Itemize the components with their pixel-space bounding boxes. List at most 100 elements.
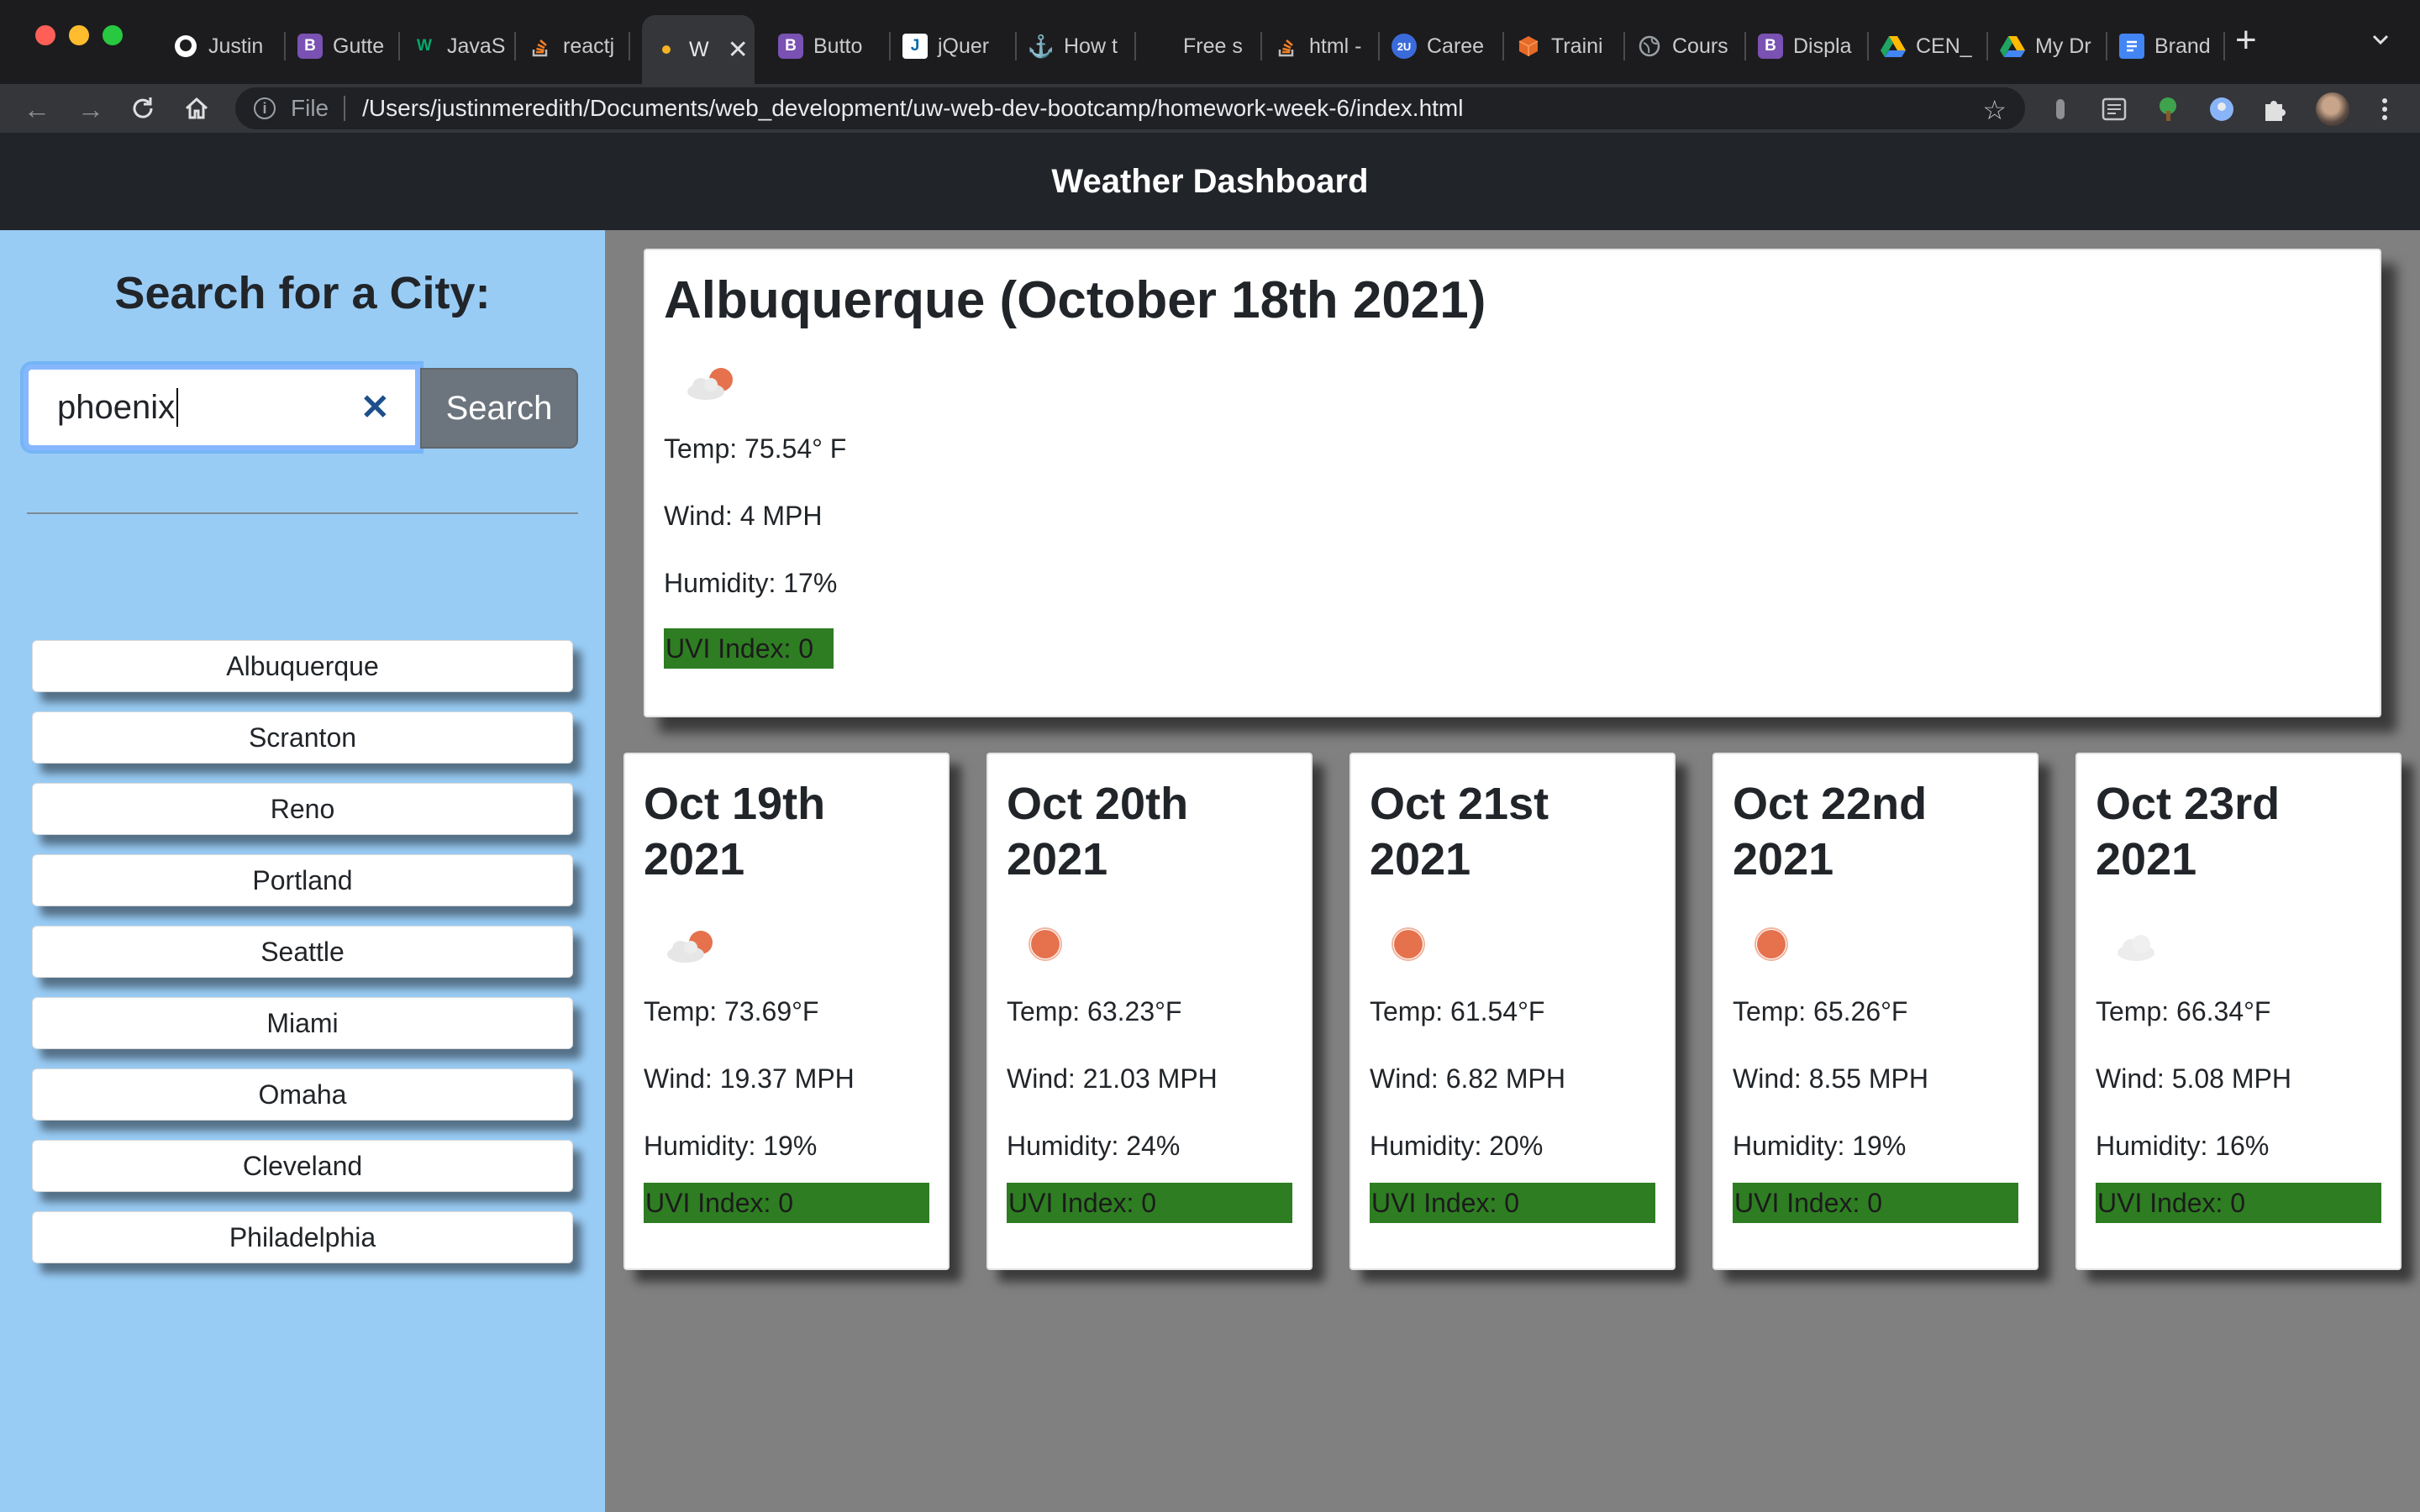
history-city-button[interactable]: Reno — [32, 783, 573, 835]
tab-label: How t — [1064, 34, 1118, 58]
avatar[interactable] — [2316, 92, 2349, 126]
history-city-button[interactable]: Seattle — [32, 926, 573, 978]
current-wind: Wind: 4 MPH — [664, 501, 823, 531]
forecast-humidity: Humidity: 19% — [644, 1131, 818, 1161]
address-url[interactable]: /Users/justinmeredith/Documents/web_deve… — [362, 95, 1463, 122]
browser-tab[interactable]: W JavaS — [400, 20, 516, 72]
browser-tab[interactable]: CEN_ — [1869, 20, 1988, 72]
maximize-window-button[interactable] — [103, 25, 123, 45]
browser-tab[interactable]: 2U Caree — [1380, 20, 1504, 72]
partly-cloudy-icon — [687, 368, 733, 400]
anchor-icon: ⚓ — [1027, 33, 1055, 59]
forecast-date: Oct 20th 2021 — [1007, 779, 1189, 885]
forecast-date: Oct 19th 2021 — [644, 779, 826, 885]
forecast-temp: Temp: 65.26°F — [1733, 996, 1908, 1026]
browser-tab[interactable]: ⚓ How t — [1017, 20, 1136, 72]
browser-tab[interactable]: B Displa — [1746, 20, 1869, 72]
stackoverflow-icon — [1274, 34, 1299, 59]
address-scheme: File — [291, 95, 329, 121]
new-tab-button[interactable]: + — [2235, 22, 2257, 59]
address-bar[interactable]: i File /Users/justinmeredith/Documents/w… — [235, 87, 2025, 129]
close-window-button[interactable] — [35, 25, 55, 45]
forecast-humidity: Humidity: 20% — [1370, 1131, 1544, 1161]
search-history-list: Albuquerque Scranton Reno Portland Seatt… — [32, 640, 573, 1283]
search-button[interactable]: Search — [420, 368, 578, 449]
browser-menu-icon[interactable] — [2371, 96, 2398, 123]
2u-icon: 2U — [1392, 34, 1417, 59]
page-title: Weather Dashboard — [1051, 162, 1369, 200]
site-info-icon[interactable]: i — [254, 97, 276, 119]
current-weather-card: Albuquerque (October 18th 2021) Temp: 75… — [644, 249, 2381, 717]
current-city-title: Albuquerque (October 18th 2021) — [664, 271, 1486, 329]
forecast-temp: Temp: 73.69°F — [644, 996, 819, 1026]
jquery-icon: J — [902, 34, 928, 59]
extension-icon[interactable] — [2047, 96, 2074, 123]
partly-cloudy-icon — [667, 931, 713, 963]
browser-tab[interactable]: reactj — [516, 20, 630, 72]
tab-label: W — [689, 37, 709, 61]
history-city-button[interactable]: Miami — [32, 997, 573, 1049]
history-city-button[interactable]: Scranton — [32, 711, 573, 764]
forecast-uvi-badge: UVI Index: 0 — [1733, 1183, 2018, 1223]
sun-icon — [1028, 927, 1062, 961]
forecast-humidity: Humidity: 16% — [2096, 1131, 2270, 1161]
w3schools-icon: W — [417, 37, 432, 55]
bootstrap-icon: B — [297, 34, 323, 59]
forecast-wind: Wind: 19.37 MPH — [644, 1063, 855, 1094]
tab-label: Free s — [1183, 34, 1243, 58]
back-button[interactable]: ← — [22, 94, 52, 124]
browser-tab[interactable]: Justin — [161, 20, 286, 72]
minimize-window-button[interactable] — [69, 25, 89, 45]
tree-extension-icon[interactable] — [2154, 96, 2181, 123]
extensions-puzzle-icon[interactable] — [2260, 96, 2287, 123]
tab-label: reactj — [563, 34, 615, 58]
forecast-temp: Temp: 61.54°F — [1370, 996, 1545, 1026]
browser-tab[interactable]: Cours — [1625, 20, 1746, 72]
forecast-wind: Wind: 6.82 MPH — [1370, 1063, 1565, 1094]
history-city-button[interactable]: Albuquerque — [32, 640, 573, 692]
reader-mode-icon[interactable] — [2101, 96, 2128, 123]
cloud-icon — [2118, 935, 2154, 961]
browser-tab[interactable]: B Butto — [766, 20, 891, 72]
browser-tab[interactable]: J jQuer — [891, 20, 1017, 72]
tab-label: Butto — [813, 34, 863, 58]
reload-button[interactable] — [128, 94, 158, 124]
browser-tab[interactable]: My Dr — [1988, 20, 2107, 72]
close-tab-icon[interactable]: ✕ — [728, 35, 749, 65]
tab-label: JavaS — [447, 34, 506, 58]
tab-search-icon[interactable] — [2370, 29, 2391, 50]
bootstrap-icon: B — [778, 34, 803, 59]
browser-tab[interactable]: Traini — [1504, 20, 1625, 72]
tab-label: Brand — [2154, 34, 2211, 58]
forward-button[interactable]: → — [76, 94, 106, 124]
search-heading: Search for a City: — [114, 268, 491, 318]
forecast-card: Oct 23rd 2021 Temp: 66.34°F Wind: 5.08 M… — [2075, 753, 2402, 1270]
dot-icon — [654, 37, 679, 62]
sun-icon — [1392, 927, 1425, 961]
browser-tab[interactable]: html - — [1262, 20, 1380, 72]
profile-extension-icon[interactable] — [2208, 96, 2235, 123]
history-city-button[interactable]: Cleveland — [32, 1140, 573, 1192]
forecast-uvi-badge: UVI Index: 0 — [2096, 1183, 2381, 1223]
forecast-uvi-badge: UVI Index: 0 — [1007, 1183, 1292, 1223]
tab-label: Justin — [208, 34, 264, 58]
forecast-temp: Temp: 63.23°F — [1007, 996, 1182, 1026]
forecast-uvi-badge: UVI Index: 0 — [644, 1183, 929, 1223]
browser-tab[interactable]: B Gutte — [286, 20, 400, 72]
globe-icon — [1637, 34, 1662, 59]
history-city-button[interactable]: Omaha — [32, 1068, 573, 1121]
browser-tab-bar: Justin B Gutte W JavaS reactj W ✕ B Butt… — [0, 0, 2420, 84]
history-city-button[interactable]: Portland — [32, 854, 573, 906]
home-button[interactable] — [182, 94, 212, 124]
browser-tab[interactable]: Free s — [1136, 20, 1262, 72]
text-caret — [176, 388, 179, 427]
tab-label: Traini — [1551, 34, 1603, 58]
browser-tab[interactable]: Brand — [2107, 20, 2225, 72]
history-city-button[interactable]: Philadelphia — [32, 1211, 573, 1263]
tab-label: Displa — [1793, 34, 1852, 58]
tab-strip: Justin B Gutte W JavaS reactj W ✕ B Butt… — [161, 15, 2225, 84]
city-search-input[interactable]: phoenix ✕ — [24, 365, 420, 450]
clear-search-icon[interactable]: ✕ — [360, 390, 390, 425]
bookmark-star-icon[interactable]: ☆ — [1982, 94, 2007, 126]
browser-tab-active[interactable]: W ✕ — [642, 15, 755, 84]
